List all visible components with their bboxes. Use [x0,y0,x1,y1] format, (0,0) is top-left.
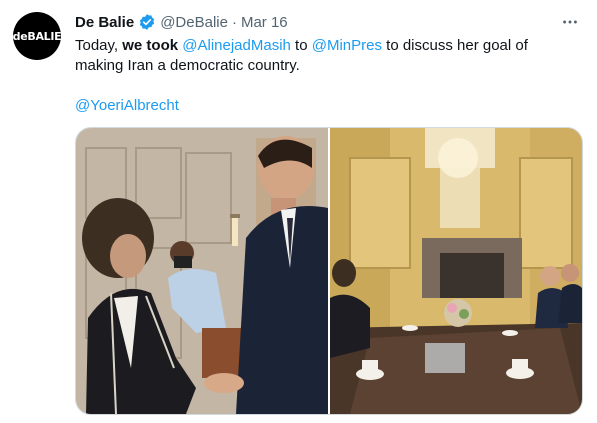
photo-meeting-handshake[interactable] [76,128,328,414]
photo-meeting-room[interactable] [330,128,582,414]
more-horizontal-icon[interactable] [560,12,580,32]
tweet-header: De Balie @DeBalie · Mar 16 [75,12,288,32]
separator-dot: · [231,13,237,31]
mention-link[interactable]: @YoeriAlbrecht [75,97,179,114]
meeting-room-photo-image [330,128,582,414]
text-segment: Today, [75,37,123,54]
tweet-text: Today, we took @AlinejadMasih to @MinPre… [75,36,580,116]
mention-link[interactable]: @AlinejadMasih [182,37,291,54]
bold-text: we took [122,37,179,54]
tweet[interactable]: deBALIE De Balie @DeBalie · Mar 16 Today… [0,0,597,423]
avatar-logo-text: deBALIE [12,29,62,43]
handshake-photo-image [76,128,328,414]
avatar[interactable]: deBALIE [12,12,62,60]
account-name[interactable]: De Balie [75,14,134,31]
verified-badge-icon [138,13,156,31]
media-grid [75,127,583,415]
tweet-date[interactable]: Mar 16 [241,14,288,31]
tweet-paragraph: @YoeriAlbrecht [75,96,580,116]
mention-link[interactable]: @MinPres [312,37,382,54]
text-segment: to [290,37,312,54]
tweet-paragraph: Today, we took @AlinejadMasih to @MinPre… [75,36,580,76]
account-handle[interactable]: @DeBalie [160,14,228,31]
